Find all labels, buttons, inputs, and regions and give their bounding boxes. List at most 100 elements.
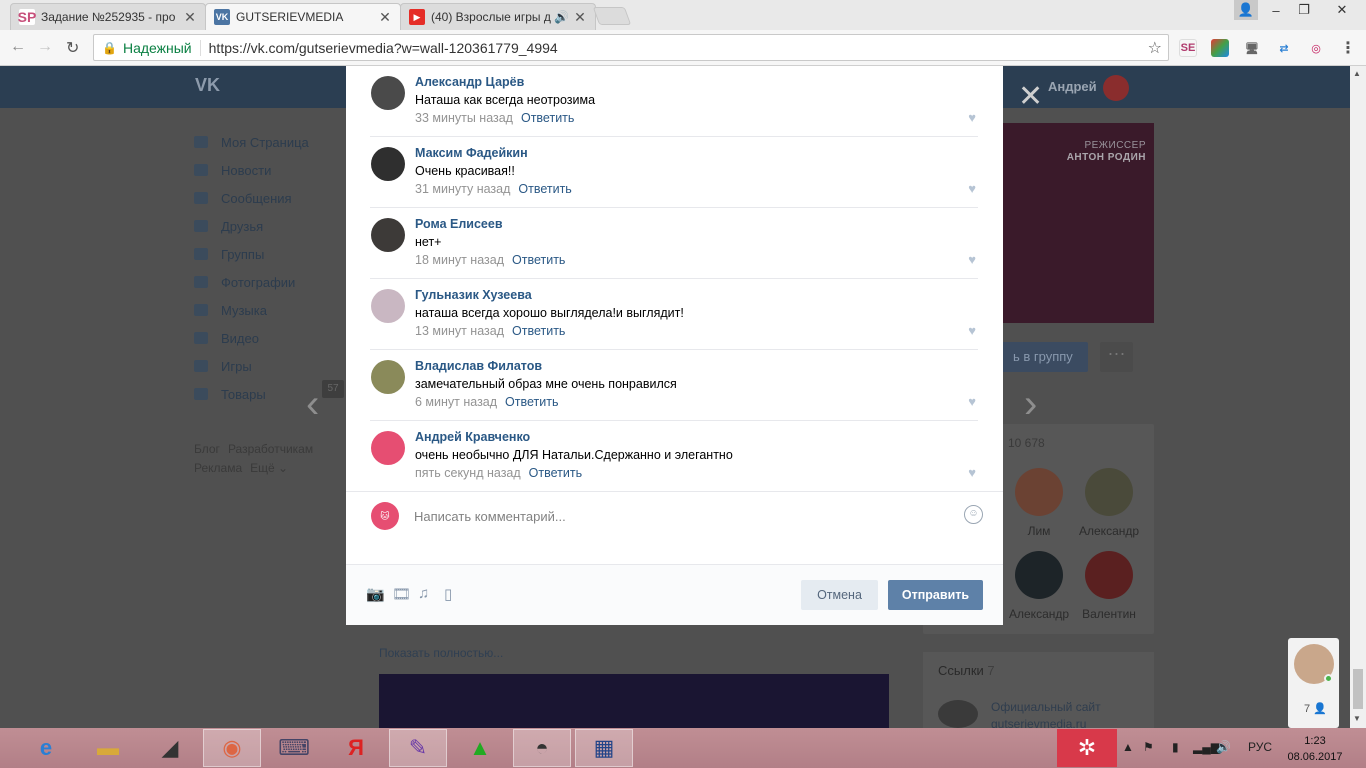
comment-avatar[interactable] <box>371 76 405 110</box>
menu-item-video[interactable]: Видео <box>194 324 309 352</box>
comment-avatar[interactable] <box>371 431 405 465</box>
keyboard-icon[interactable]: ⌨ <box>265 729 323 767</box>
scroll-up-icon[interactable]: ▲ <box>1353 69 1361 78</box>
music-icon[interactable]: ♫ <box>418 585 429 602</box>
se-extension-icon[interactable]: SE <box>1179 39 1197 57</box>
group-cover-poster[interactable]: РЕЖИССЕР АНТОН РОДИН <box>1003 123 1154 323</box>
like-heart-icon[interactable]: ♥ <box>968 465 976 480</box>
maximize-button[interactable]: ❐ <box>1290 0 1318 20</box>
reply-link[interactable]: Ответить <box>521 111 574 125</box>
comment-avatar[interactable] <box>371 218 405 252</box>
menu-item-friends[interactable]: Друзья <box>194 212 309 240</box>
more-actions-button[interactable]: ··· <box>1100 342 1133 372</box>
member-item[interactable]: Александр <box>1079 468 1139 538</box>
menu-item-games[interactable]: Игры <box>194 352 309 380</box>
footer-link-more[interactable]: Ещё ⌄ <box>250 461 288 475</box>
new-tab-button[interactable] <box>592 7 632 25</box>
reply-link[interactable]: Ответить <box>505 395 558 409</box>
film-icon[interactable]: 🎞 <box>392 585 411 603</box>
page-scrollbar[interactable]: ▲ ▼ <box>1350 66 1366 728</box>
p2p-extension-icon[interactable]: ⇄ <box>1275 39 1293 57</box>
menu-item-photos[interactable]: Фотографии <box>194 268 309 296</box>
post-image[interactable] <box>379 674 889 728</box>
remote-icon[interactable]: ▦ <box>575 729 633 767</box>
ie-icon[interactable]: e <box>17 729 75 767</box>
like-heart-icon[interactable]: ♥ <box>968 394 976 409</box>
header-avatar[interactable] <box>1103 75 1129 101</box>
camera-icon[interactable]: 📷 <box>366 585 385 603</box>
omnibox[interactable]: 🔒 Надежный https://vk.com/gutserievmedia… <box>93 34 1169 61</box>
close-tab-icon[interactable]: ✕ <box>183 9 197 26</box>
reply-link[interactable]: Ответить <box>512 253 565 267</box>
app-icon[interactable]: ◢ <box>141 729 199 767</box>
member-item[interactable]: Валентин <box>1079 551 1139 621</box>
comment-author[interactable]: Максим Фадейкин <box>415 146 528 160</box>
feather-icon[interactable]: ✎ <box>389 729 447 767</box>
close-tab-icon[interactable]: ✕ <box>378 9 392 26</box>
member-item[interactable]: Александр <box>1009 551 1069 621</box>
volume-icon[interactable]: 🔊 <box>1216 740 1231 754</box>
back-icon[interactable]: ← <box>10 38 26 56</box>
like-heart-icon[interactable]: ♥ <box>968 323 976 338</box>
ghost-icon[interactable]: ◓ <box>513 729 571 767</box>
join-group-button[interactable]: ь в группу <box>1003 342 1088 372</box>
tray-app-icon[interactable]: ✲ <box>1057 729 1117 767</box>
chat-widget[interactable]: 7 👤 <box>1288 638 1339 728</box>
bookmark-star-icon[interactable]: ☆ <box>1148 38 1162 58</box>
battery-icon[interactable]: ▮ <box>1172 740 1179 754</box>
prev-post-arrow-icon[interactable]: ‹ <box>306 384 319 424</box>
header-user-name[interactable]: Андрей <box>1048 79 1097 94</box>
show-all-link[interactable]: Показать полностью... <box>379 646 503 660</box>
reply-link[interactable]: Ответить <box>529 466 582 480</box>
vk-logo-icon[interactable]: VK <box>195 75 225 97</box>
speaker-icon[interactable]: 🔊 <box>554 10 569 24</box>
menu-item-my-page[interactable]: Моя Страница <box>194 128 309 156</box>
language-indicator[interactable]: РУС <box>1248 740 1272 754</box>
yandex-icon[interactable]: Я <box>327 729 385 767</box>
close-viewer-icon[interactable]: ✕ <box>1018 82 1043 112</box>
like-heart-icon[interactable]: ♥ <box>968 252 976 267</box>
tab-sp-task[interactable]: SP Задание №252935 - про ✕ <box>10 3 206 30</box>
send-button[interactable]: Отправить <box>888 580 983 610</box>
emoji-icon[interactable]: ☺ <box>964 505 983 524</box>
menu-icon[interactable]: ⋮ <box>1339 39 1357 57</box>
flag-icon[interactable]: ⚑ <box>1143 740 1154 754</box>
cancel-button[interactable]: Отмена <box>801 580 878 610</box>
member-item[interactable]: Лим <box>1009 468 1069 538</box>
monitor-extension-icon[interactable]: 🖥 <box>1243 39 1261 57</box>
minimize-button[interactable]: – <box>1262 0 1290 20</box>
document-icon[interactable]: ▯ <box>444 585 452 603</box>
menu-item-messages[interactable]: Сообщения <box>194 184 309 212</box>
close-tab-icon[interactable]: ✕ <box>573 9 587 26</box>
menu-item-news[interactable]: Новости <box>194 156 309 184</box>
footer-link-developers[interactable]: Разработчикам <box>228 442 313 456</box>
menu-item-groups[interactable]: Группы <box>194 240 309 268</box>
comment-input[interactable]: Написать комментарий... <box>414 509 566 524</box>
profile-icon[interactable]: 👤 <box>1234 0 1258 20</box>
aimp-icon[interactable]: ▲ <box>451 729 509 767</box>
forward-icon[interactable]: → <box>37 38 53 56</box>
explorer-icon[interactable]: ▬ <box>79 729 137 767</box>
comment-avatar[interactable] <box>371 147 405 181</box>
comment-author[interactable]: Гульназик Хузеева <box>415 288 532 302</box>
tray-expand-icon[interactable]: ▲ <box>1122 740 1134 754</box>
chrome-icon[interactable]: ◉ <box>203 729 261 767</box>
footer-link-blog[interactable]: Блог <box>194 442 220 456</box>
comment-avatar[interactable] <box>371 289 405 323</box>
reply-link[interactable]: Ответить <box>518 182 571 196</box>
menu-item-music[interactable]: Музыка <box>194 296 309 324</box>
comment-author[interactable]: Андрей Кравченко <box>415 430 530 444</box>
close-window-button[interactable]: ✕ <box>1318 0 1366 20</box>
scroll-thumb[interactable] <box>1353 669 1363 709</box>
menu-item-goods[interactable]: Товары <box>194 380 309 408</box>
tab-youtube[interactable]: ▶ (40) Взрослые игры д 🔊 ✕ <box>400 3 596 30</box>
comment-author[interactable]: Александр Царёв <box>415 75 524 89</box>
comment-author[interactable]: Владислав Филатов <box>415 359 542 373</box>
scroll-down-icon[interactable]: ▼ <box>1353 714 1361 723</box>
ring-extension-icon[interactable]: ◎ <box>1307 39 1325 57</box>
comment-avatar[interactable] <box>371 360 405 394</box>
like-heart-icon[interactable]: ♥ <box>968 110 976 125</box>
cube-extension-icon[interactable] <box>1211 39 1229 57</box>
next-post-arrow-icon[interactable]: › <box>1024 384 1037 424</box>
footer-link-ads[interactable]: Реклама <box>194 461 242 475</box>
